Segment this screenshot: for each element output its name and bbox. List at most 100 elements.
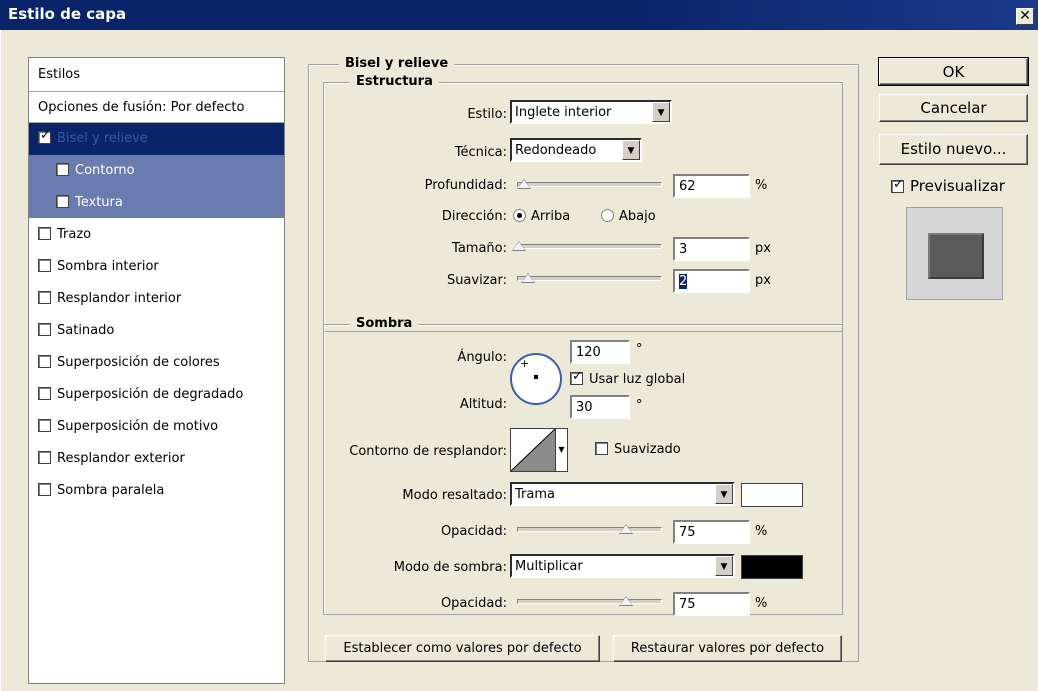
sidebar-item-drop-shadow[interactable]: Sombra paralela xyxy=(29,475,284,507)
angle-label: Ángulo: xyxy=(457,350,507,365)
sidebar-item-gradient-overlay[interactable]: Superposición de degradado xyxy=(29,379,284,411)
ok-button[interactable]: OK xyxy=(878,57,1029,86)
global-light-checkbox[interactable]: Usar luz global xyxy=(570,369,685,387)
radio-down[interactable] xyxy=(601,209,614,222)
style-select[interactable]: Inglete interior ▼ xyxy=(510,100,672,124)
altitude-label: Altitud: xyxy=(459,397,507,412)
structure-title: Estructura xyxy=(350,74,439,89)
sidebar-item-label: Superposición de degradado xyxy=(57,387,244,402)
depth-unit: % xyxy=(755,178,768,193)
checkbox-drop-shadow[interactable] xyxy=(38,483,51,496)
sidebar-item-label: Bisel y relieve xyxy=(57,131,148,146)
sidebar-item-color-overlay[interactable]: Superposición de colores xyxy=(29,347,284,379)
depth-slider-thumb[interactable] xyxy=(517,179,531,189)
style-label: Estilo: xyxy=(467,107,507,122)
cancel-button[interactable]: Cancelar xyxy=(879,94,1028,122)
direction-up-radio[interactable]: Arriba xyxy=(513,209,570,224)
checkbox-inner-shadow[interactable] xyxy=(38,259,51,272)
checkbox-inner-glow[interactable] xyxy=(38,291,51,304)
technique-select[interactable]: Redondeado ▼ xyxy=(510,138,642,162)
depth-input[interactable]: 62 xyxy=(673,174,750,198)
highlight-opacity-input[interactable]: 75 xyxy=(673,520,750,544)
size-input[interactable]: 3 xyxy=(673,237,750,261)
dialog-body: Estilos Opciones de fusión: Por defecto … xyxy=(0,30,1038,691)
angle-dial[interactable]: + xyxy=(510,353,562,405)
altitude-input[interactable]: 30 xyxy=(570,395,630,419)
highlight-opacity-thumb[interactable] xyxy=(619,524,633,534)
checkbox-gradient-overlay[interactable] xyxy=(38,387,51,400)
size-slider-track[interactable] xyxy=(517,244,662,249)
reset-default-button[interactable]: Restaurar valores por defecto xyxy=(613,635,842,662)
sidebar-item-label: Textura xyxy=(75,195,123,210)
chevron-down-icon: ▼ xyxy=(652,102,670,122)
shadow-opacity-input[interactable]: 75 xyxy=(673,592,750,616)
window-title: Estilo de capa xyxy=(8,5,127,23)
checkbox-texture[interactable] xyxy=(56,195,69,208)
shadow-opacity-track[interactable] xyxy=(517,599,662,604)
angle-dot xyxy=(534,375,538,379)
antialiased-checkbox[interactable]: Suavizado xyxy=(595,442,681,457)
sidebar-item-texture[interactable]: Textura xyxy=(29,187,284,219)
shadow-mode-value: Multiplicar xyxy=(515,559,583,574)
checkbox-satin[interactable] xyxy=(38,323,51,336)
sidebar-item-label: Sombra paralela xyxy=(57,483,165,498)
close-icon: ✕ xyxy=(1019,8,1031,24)
shadow-color-swatch[interactable] xyxy=(741,555,803,579)
checkbox-color-overlay[interactable] xyxy=(38,355,51,368)
soften-unit: px xyxy=(755,273,771,288)
shadow-opacity-label: Opacidad: xyxy=(440,596,507,611)
styles-list: Estilos Opciones de fusión: Por defecto … xyxy=(28,57,285,684)
sidebar-item-label: Superposición de motivo xyxy=(57,419,219,434)
highlight-color-swatch[interactable] xyxy=(741,483,803,507)
sidebar-item-inner-glow[interactable]: Resplandor interior xyxy=(29,283,284,315)
close-button[interactable]: ✕ xyxy=(1016,8,1034,25)
size-slider-thumb[interactable] xyxy=(512,241,526,251)
highlight-mode-select[interactable]: Trama ▼ xyxy=(510,482,735,506)
angle-unit: ° xyxy=(636,342,643,357)
size-label: Tamaño: xyxy=(452,241,507,256)
sidebar-item-contour[interactable]: Contorno xyxy=(29,155,284,187)
direction-down-radio[interactable]: Abajo xyxy=(601,209,656,224)
gloss-contour-label: Contorno de resplandor: xyxy=(349,444,507,459)
sidebar-item-satin[interactable]: Satinado xyxy=(29,315,284,347)
chevron-down-icon: ▼ xyxy=(715,484,733,504)
make-default-button[interactable]: Establecer como valores por defecto xyxy=(325,635,600,662)
contour-preview-icon xyxy=(511,429,556,471)
checkbox-outer-glow[interactable] xyxy=(38,451,51,464)
checkbox-stroke[interactable] xyxy=(38,227,51,240)
sidebar-item-pattern-overlay[interactable]: Superposición de motivo xyxy=(29,411,284,443)
new-style-button[interactable]: Estilo nuevo... xyxy=(879,134,1028,165)
depth-slider-track[interactable] xyxy=(517,182,662,187)
soften-slider-track[interactable] xyxy=(517,276,662,281)
preview-checkbox[interactable]: Previsualizar xyxy=(891,177,1005,195)
radio-up[interactable] xyxy=(513,209,526,222)
highlight-opacity-track[interactable] xyxy=(517,527,662,532)
sidebar-item-outer-glow[interactable]: Resplandor exterior xyxy=(29,443,284,475)
angle-input[interactable]: 120 xyxy=(570,340,630,364)
sidebar-item-label: Satinado xyxy=(57,323,115,338)
soften-label: Suavizar: xyxy=(446,273,507,288)
sidebar-item-inner-shadow[interactable]: Sombra interior xyxy=(29,251,284,283)
shadow-opacity-thumb[interactable] xyxy=(619,596,633,606)
preview-check[interactable] xyxy=(891,177,904,193)
soften-input[interactable]: 2 xyxy=(673,269,750,293)
preview-thumbnail xyxy=(928,233,984,279)
sidebar-item-label: Sombra interior xyxy=(57,259,159,274)
checkbox-pattern-overlay[interactable] xyxy=(38,419,51,432)
checkbox-contour[interactable] xyxy=(56,163,69,176)
antialiased-check[interactable] xyxy=(595,442,608,455)
sidebar-item-label: Resplandor exterior xyxy=(57,451,185,466)
soften-slider-thumb[interactable] xyxy=(521,273,535,283)
sidebar-item-bevel-emboss[interactable]: Bisel y relieve xyxy=(29,123,284,155)
sidebar-item-stroke[interactable]: Trazo xyxy=(29,219,284,251)
global-light-check[interactable] xyxy=(570,369,583,385)
sidebar-item-label: Trazo xyxy=(57,227,92,242)
technique-label: Técnica: xyxy=(454,145,507,160)
sidebar-item-blending-options[interactable]: Opciones de fusión: Por defecto xyxy=(29,92,284,123)
checkbox-bevel-emboss[interactable] xyxy=(38,128,51,144)
highlight-opacity-label: Opacidad: xyxy=(440,524,507,539)
styles-header[interactable]: Estilos xyxy=(29,58,284,92)
highlight-mode-label: Modo resaltado: xyxy=(402,488,507,503)
shadow-mode-select[interactable]: Multiplicar ▼ xyxy=(510,554,735,578)
gloss-contour-picker[interactable]: ▼ xyxy=(510,428,568,472)
